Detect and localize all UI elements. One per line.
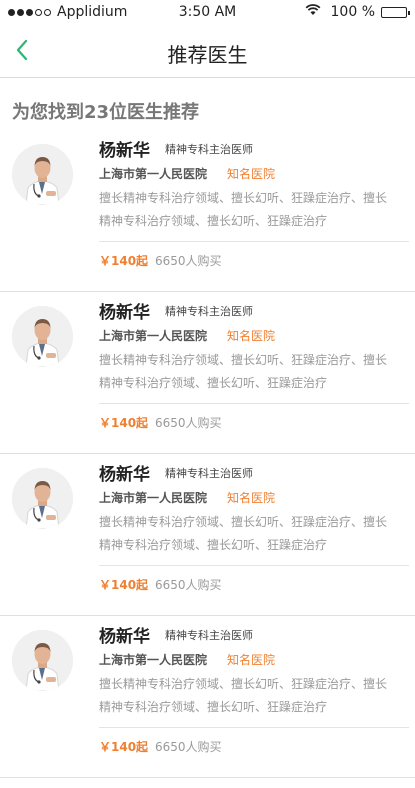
hospital-badge: 知名医院 xyxy=(227,491,276,505)
doctor-title: 精神专科主治医师 xyxy=(165,629,253,642)
doctor-avatar xyxy=(12,630,73,691)
hospital-badge: 知名医院 xyxy=(227,167,276,181)
page-title: 推荐医生 xyxy=(167,43,248,67)
doctor-card[interactable]: 杨新华 精神专科主治医师 上海市第一人民医院 知名医院 擅长精神专科治疗领域、擅… xyxy=(0,292,415,454)
wifi-icon xyxy=(305,4,321,20)
doctor-specialty: 擅长精神专科治疗领域、擅长幻听、狂躁症治疗、擅长精神专科治疗领域、擅长幻听、狂躁… xyxy=(99,515,388,552)
doctor-name: 杨新华 xyxy=(99,465,150,485)
navigation-bar: 推荐医生 xyxy=(0,26,415,78)
doctor-card[interactable]: 杨新华 精神专科主治医师 上海市第一人民医院 知名医院 擅长精神专科治疗领域、擅… xyxy=(0,616,415,778)
card-divider xyxy=(99,241,409,242)
hospital-name: 上海市第一人民医院 xyxy=(99,491,208,505)
doctor-specialty: 擅长精神专科治疗领域、擅长幻听、狂躁症治疗、擅长精神专科治疗领域、擅长幻听、狂躁… xyxy=(99,677,388,714)
doctor-name: 杨新华 xyxy=(99,303,150,323)
price-label: ￥140起 xyxy=(99,740,149,754)
hospital-name: 上海市第一人民医院 xyxy=(99,167,208,181)
buyer-count: 6650人购买 xyxy=(155,416,222,430)
price-label: ￥140起 xyxy=(99,416,149,430)
doctor-card[interactable]: 杨新华 精神专科主治医师 上海市第一人民医院 知名医院 擅长精神专科治疗领域、擅… xyxy=(0,454,415,616)
buyer-count: 6650人购买 xyxy=(155,578,222,592)
doctor-avatar xyxy=(12,468,73,529)
hospital-badge: 知名医院 xyxy=(227,329,276,343)
doctor-name: 杨新华 xyxy=(99,141,150,161)
doctor-specialty: 擅长精神专科治疗领域、擅长幻听、狂躁症治疗、擅长精神专科治疗领域、擅长幻听、狂躁… xyxy=(99,353,388,390)
hospital-name: 上海市第一人民医院 xyxy=(99,329,208,343)
status-right: 100 % xyxy=(305,4,410,20)
buyer-count: 6650人购买 xyxy=(155,254,222,268)
hospital-name: 上海市第一人民医院 xyxy=(99,653,208,667)
buyer-count: 6650人购买 xyxy=(155,740,222,754)
doctor-title: 精神专科主治医师 xyxy=(165,305,253,318)
result-summary: 为您找到23位医生推荐 xyxy=(12,102,200,123)
doctor-list: 杨新华 精神专科主治医师 上海市第一人民医院 知名医院 擅长精神专科治疗领域、擅… xyxy=(0,130,415,778)
doctor-avatar xyxy=(12,306,73,367)
status-bar: Applidium 3:50 AM 100 % xyxy=(0,0,415,26)
battery-percent: 100 % xyxy=(330,4,375,20)
hospital-badge: 知名医院 xyxy=(227,653,276,667)
doctor-title: 精神专科主治医师 xyxy=(165,143,253,156)
card-divider xyxy=(99,727,409,728)
price-label: ￥140起 xyxy=(99,254,149,268)
doctor-card[interactable]: 杨新华 精神专科主治医师 上海市第一人民医院 知名医院 擅长精神专科治疗领域、擅… xyxy=(0,130,415,292)
battery-icon xyxy=(381,6,410,18)
price-label: ￥140起 xyxy=(99,578,149,592)
doctor-specialty: 擅长精神专科治疗领域、擅长幻听、狂躁症治疗、擅长精神专科治疗领域、擅长幻听、狂躁… xyxy=(99,191,388,228)
card-divider xyxy=(99,565,409,566)
card-divider xyxy=(99,403,409,404)
doctor-avatar xyxy=(12,144,73,205)
doctor-name: 杨新华 xyxy=(99,627,150,647)
doctor-title: 精神专科主治医师 xyxy=(165,467,253,480)
